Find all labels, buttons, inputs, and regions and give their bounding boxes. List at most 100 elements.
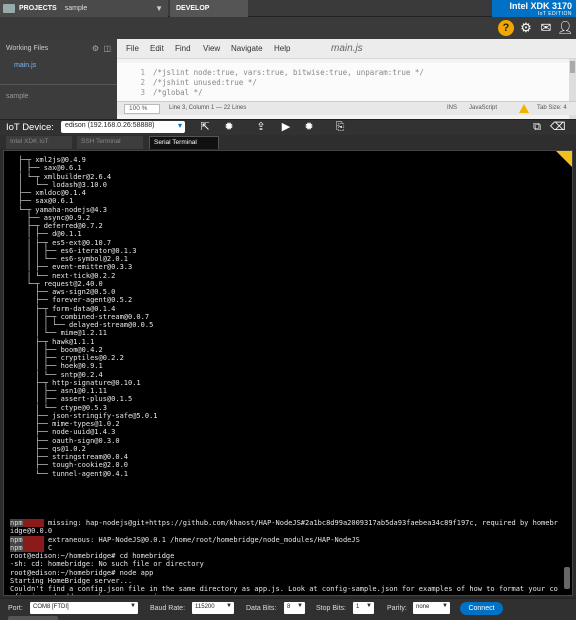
help-icon[interactable]: ? bbox=[498, 20, 514, 36]
toolbar: ? ⚙ ✉ 👤︎ bbox=[0, 17, 576, 39]
gear-icon[interactable]: ⚙ bbox=[518, 20, 534, 36]
terminal-line: npm ERR extraneous: HAP-NodeJS@0.0.1 /ho… bbox=[10, 535, 360, 544]
iot-device-bar: IoT Device: edison (192.168.0.26:58888) … bbox=[0, 119, 576, 135]
manage-daemon-icon[interactable]: ✹ bbox=[222, 121, 236, 134]
copy-icon[interactable]: ⧉ bbox=[530, 121, 544, 134]
terminal-line: npm ERR missing: hap-nodejs@git+https://… bbox=[10, 519, 558, 527]
menu-view[interactable]: View bbox=[203, 44, 220, 53]
brand-name: Intel XDK 3170 bbox=[509, 1, 572, 11]
chevron-down-icon: ▼ bbox=[226, 603, 232, 609]
working-file-item[interactable]: main.js bbox=[14, 62, 36, 69]
serial-terminal[interactable]: ├─┬ xml2js@0.4.9 │ ├── sax@0.6.1 │ └─┬ x… bbox=[3, 150, 573, 596]
tab-ssh-terminal[interactable]: SSH Terminal bbox=[77, 136, 143, 149]
chevron-down-icon: ▾ bbox=[177, 121, 182, 130]
scrollbar-thumb[interactable] bbox=[570, 61, 575, 73]
folder-icon bbox=[3, 4, 15, 13]
project-tree-root[interactable]: sample bbox=[6, 93, 29, 100]
stop-bits-select[interactable]: 1 ▼ bbox=[353, 602, 374, 614]
menu-find[interactable]: Find bbox=[175, 44, 191, 53]
tab-develop[interactable]: DEVELOP bbox=[170, 0, 248, 17]
terminal-line: │ └─┬ xmlbuilder@2.6.4 bbox=[10, 172, 112, 181]
connect-button[interactable]: Connect bbox=[460, 602, 503, 615]
top-bar: PROJECTS sample ▼ DEVELOP Intel XDK 3170… bbox=[0, 0, 576, 17]
serial-settings-bar: Port: COM8 [FTDI] ▼ Baud Rate: 115200 ▼ Da… bbox=[0, 598, 576, 620]
working-files-label: Working Files bbox=[6, 45, 49, 52]
line-number: 3 bbox=[140, 88, 145, 97]
parity-select[interactable]: none ▼ bbox=[413, 602, 450, 614]
split-view-icon[interactable]: ◫ bbox=[103, 42, 111, 55]
tab-xdk-iot[interactable]: Intel XDK IoT bbox=[6, 136, 72, 149]
iot-device-label: IoT Device: bbox=[6, 122, 54, 133]
code-text: /*global */ bbox=[153, 88, 203, 97]
warning-icon[interactable] bbox=[519, 104, 529, 113]
terminal-line: ├── tough-cookie@2.0.0 bbox=[10, 461, 129, 470]
panel-handle[interactable] bbox=[8, 616, 58, 620]
port-value: COM8 [FTDI] bbox=[33, 604, 69, 610]
terminal-line: │ └── next-tick@0.2.2 bbox=[10, 271, 116, 280]
code-line: 3 /*global */ bbox=[117, 88, 203, 98]
parity-label: Parity: bbox=[387, 605, 407, 612]
stop-icon[interactable]: ✹ bbox=[302, 121, 316, 134]
feedback-icon[interactable]: ✉ bbox=[538, 20, 554, 36]
run-icon[interactable]: ▶ bbox=[279, 121, 293, 134]
menu-edit[interactable]: Edit bbox=[150, 44, 164, 53]
projects-dropdown[interactable]: PROJECTS sample ▼ bbox=[0, 0, 168, 17]
line-number: 1 bbox=[140, 68, 145, 77]
tab-serial-terminal[interactable]: Serial Terminal bbox=[149, 136, 219, 149]
clear-icon[interactable]: ⌫ bbox=[550, 121, 566, 134]
console-tabs: Intel XDK IoT SSH Terminal Serial Termin… bbox=[0, 135, 576, 149]
working-files-header: Working Files ⚙ ◫ bbox=[0, 42, 117, 55]
data-bits-label: Data Bits: bbox=[246, 605, 277, 612]
line-number: 2 bbox=[140, 78, 145, 87]
code-editor: File Edit Find View Navigate Help main.j… bbox=[117, 39, 576, 119]
menu-bar: File Edit Find View Navigate Help main.j… bbox=[117, 39, 576, 59]
terminal-line: ├── stringstream@0.0.4 bbox=[10, 453, 129, 461]
terminal-line: Starting HomeBridge server... bbox=[10, 576, 133, 585]
user-icon[interactable]: 👤︎ bbox=[557, 20, 574, 36]
tab-size[interactable]: Tab Size: 4 bbox=[537, 105, 567, 111]
terminal-line: ├─┬ form-data@0.1.4 bbox=[10, 304, 116, 313]
gear-icon[interactable]: ⚙ bbox=[92, 42, 99, 55]
terminal-line: ├── qs@1.0.2 bbox=[10, 444, 86, 453]
project-name: sample bbox=[64, 5, 88, 12]
code-area[interactable]: 1 /*jslint node:true, vars:true, bitwise:… bbox=[117, 63, 569, 101]
port-select[interactable]: COM8 [FTDI] ▼ bbox=[30, 602, 138, 614]
stop-bits-value: 1 bbox=[356, 604, 360, 610]
chevron-down-icon: ▼ bbox=[130, 603, 136, 609]
menu-help[interactable]: Help bbox=[274, 44, 290, 53]
chevron-down-icon: ▼ bbox=[442, 603, 448, 609]
device-select[interactable]: edison (192.168.0.26:58888) ▾ bbox=[61, 121, 185, 133]
terminal-line: │ ├── boom@0.4.2 bbox=[10, 345, 103, 354]
terminal-line: ├── sax@0.6.1 bbox=[10, 197, 74, 206]
baud-rate-select[interactable]: 115200 ▼ bbox=[192, 602, 234, 614]
terminal-line: ├── mime-types@1.0.2 bbox=[10, 420, 120, 428]
menu-navigate[interactable]: Navigate bbox=[231, 44, 263, 53]
terminal-line: │ ├─┬ es5-ext@0.10.7 bbox=[10, 238, 112, 247]
terminal-line: ├── async@0.9.2 bbox=[10, 213, 91, 222]
projects-label: PROJECTS bbox=[19, 5, 57, 12]
terminal-line: └─┬ request@2.40.0 bbox=[10, 279, 103, 288]
device-value: edison (192.168.0.26:58888) bbox=[65, 122, 155, 129]
terminal-line: ├── node-uuid@1.4.3 bbox=[10, 428, 116, 437]
upload-icon[interactable]: ⇪ bbox=[254, 121, 268, 134]
debug-icon[interactable]: ⎘ bbox=[333, 121, 347, 134]
data-bits-select[interactable]: 8 ▼ bbox=[284, 602, 305, 614]
language-select[interactable]: JavaScript bbox=[469, 105, 497, 111]
terminal-line: │ ├─┬ combined-stream@0.0.7 bbox=[10, 312, 150, 321]
insert-mode[interactable]: INS bbox=[447, 105, 457, 111]
terminal-line: │ │ └── es6-symbol@2.0.1 bbox=[10, 255, 129, 263]
connect-device-icon[interactable]: ⇱ bbox=[198, 121, 212, 134]
app-window: PROJECTS sample ▼ DEVELOP Intel XDK 3170… bbox=[0, 0, 576, 620]
terminal-line: ├─┬ xml2js@0.4.9 bbox=[10, 156, 86, 164]
baud-value: 115200 bbox=[195, 604, 215, 610]
file-title: main.js bbox=[331, 43, 363, 54]
cursor-position: Line 3, Column 1 — 22 Lines bbox=[169, 105, 247, 111]
chevron-down-icon: ▼ bbox=[155, 4, 163, 13]
zoom-select[interactable]: 100 % bbox=[124, 104, 160, 114]
terminal-scrollbar[interactable] bbox=[564, 567, 570, 589]
terminal-line: -sh: cd: homebridge: No such file or dir… bbox=[10, 560, 204, 569]
menu-file[interactable]: File bbox=[126, 44, 139, 53]
terminal-line: │ ├── cryptiles@0.2.2 bbox=[10, 354, 124, 362]
